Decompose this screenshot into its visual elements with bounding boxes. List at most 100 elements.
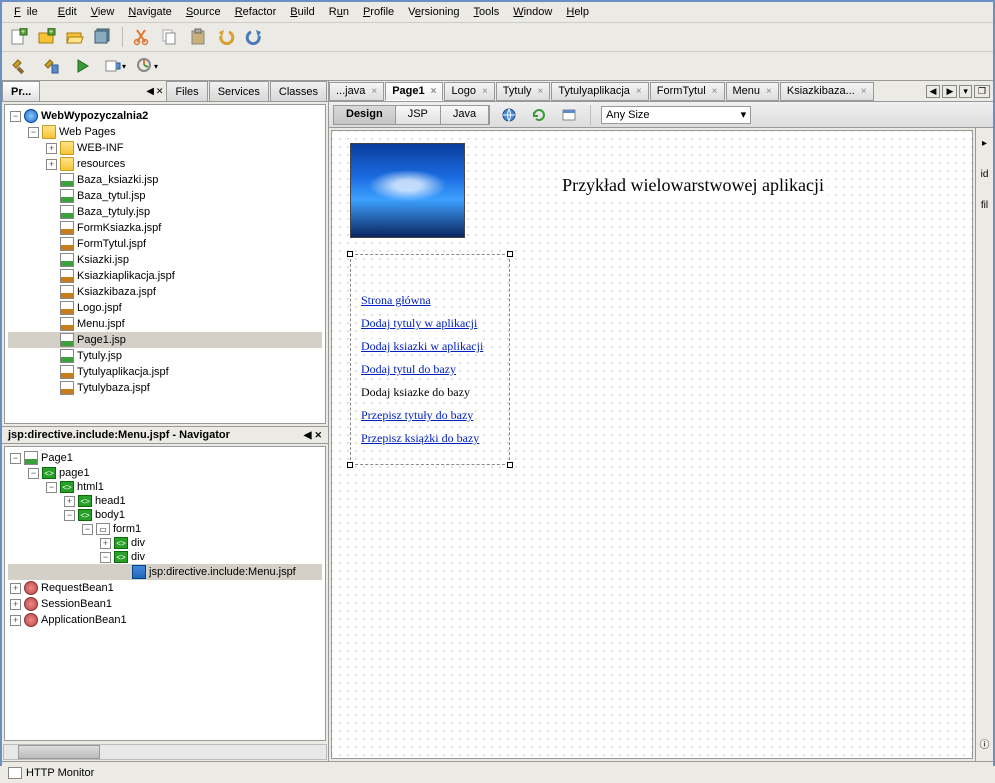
tree-file-selected[interactable]: Page1.jsp [8,332,322,348]
menu-edit[interactable]: Edit [52,4,83,20]
copy-icon[interactable] [159,26,181,48]
menu-navigate[interactable]: Navigate [122,4,177,20]
tab-files[interactable]: Files [166,81,207,101]
undo-icon[interactable] [215,26,237,48]
close-tab-icon[interactable]: × [861,86,867,97]
menu-link[interactable]: Dodaj tytuly w aplikacji [361,316,477,331]
menu-profile[interactable]: Profile [357,4,400,20]
menu-view[interactable]: View [85,4,121,20]
tab-dropdown-icon[interactable]: ▾ [959,85,972,98]
nav-page1[interactable]: −<>page1 [8,466,322,480]
nav-div2[interactable]: −<>div [8,550,322,564]
save-all-icon[interactable] [92,26,114,48]
editor-tab[interactable]: Logo× [444,82,494,101]
sidebar-fil-label[interactable]: fil [981,200,988,211]
minimize-icon[interactable]: ◀ [146,86,154,97]
open-icon[interactable] [64,26,86,48]
maximize-icon[interactable]: ❐ [974,85,990,98]
nav-page[interactable]: −Page1 [8,450,322,466]
tree-file[interactable]: Tytuly.jsp [8,348,322,364]
menu-build[interactable]: Build [284,4,320,20]
new-project-icon[interactable]: + [36,26,58,48]
resize-handle[interactable] [347,462,353,468]
preview-browser-icon[interactable] [498,104,520,126]
menu-run[interactable]: Run [323,4,355,20]
build-icon[interactable] [8,55,30,77]
hero-image[interactable] [350,143,465,238]
expander-icon[interactable]: − [10,111,21,122]
nav-html1[interactable]: −<>html1 [8,480,322,494]
menu-file[interactable]: File [8,4,50,20]
menu-link[interactable]: Przepisz książki do bazy [361,431,479,446]
size-select[interactable]: Any Size▾ [601,106,751,124]
tree-file[interactable]: Menu.jspf [8,316,322,332]
close-tab-icon[interactable]: × [482,86,488,97]
paste-icon[interactable] [187,26,209,48]
tree-webpages[interactable]: −Web Pages [8,124,322,140]
view-tab-design[interactable]: Design [334,106,396,124]
tab-services[interactable]: Services [209,81,269,101]
page-title[interactable]: Przykład wielowarstwowej aplikacji [558,173,828,198]
tree-file[interactable]: Ksiazkiaplikacja.jspf [8,268,322,284]
nav-requestbean[interactable]: +RequestBean1 [8,580,322,596]
menu-link-plain[interactable]: Dodaj ksiazke do bazy [361,385,470,400]
tree-file[interactable]: Baza_tytul.jsp [8,188,322,204]
expander-icon[interactable]: + [46,143,57,154]
editor-tab[interactable]: ...java× [329,82,384,101]
view-tab-java[interactable]: Java [441,106,489,124]
close-pane-icon[interactable]: ✕ [156,86,164,97]
expander-icon[interactable]: + [46,159,57,170]
nav-include[interactable]: jsp:directive.include:Menu.jspf [8,564,322,580]
editor-tab[interactable]: Ksiazkibaza...× [780,82,874,101]
nav-head1[interactable]: +<>head1 [8,494,322,508]
tree-file[interactable]: Tytulybaza.jspf [8,380,322,396]
resize-handle[interactable] [507,462,513,468]
tree-file[interactable]: FormKsiazka.jspf [8,220,322,236]
menu-link[interactable]: Dodaj tytul do bazy [361,362,456,377]
tree-file[interactable]: Baza_ksiazki.jsp [8,172,322,188]
new-file-icon[interactable]: + [8,26,30,48]
tab-classes[interactable]: Classes [270,81,327,101]
nav-div1[interactable]: +<>div [8,536,322,550]
view-tab-jsp[interactable]: JSP [396,106,441,124]
menu-fragment-selected[interactable]: Strona główna Dodaj tytuly w aplikacji D… [350,254,510,465]
menu-link[interactable]: Dodaj ksiazki w aplikacji [361,339,483,354]
close-tab-icon[interactable]: × [636,86,642,97]
tree-file[interactable]: Baza_tytuly.jsp [8,204,322,220]
menu-versioning[interactable]: Versioning [402,4,465,20]
menu-help[interactable]: Help [560,4,595,20]
refresh-icon[interactable] [528,104,550,126]
redo-icon[interactable] [243,26,265,48]
close-tab-icon[interactable]: × [712,86,718,97]
sidebar-id-label[interactable]: id [981,169,989,180]
expander-icon[interactable]: − [28,127,39,138]
editor-tab-active[interactable]: Page1× [385,82,443,101]
resize-handle[interactable] [507,251,513,257]
nav-appbean[interactable]: +ApplicationBean1 [8,612,322,628]
navigator-tree[interactable]: −Page1 −<>page1 −<>html1 +<>head1 −<>bod… [4,446,326,741]
nav-sessionbean[interactable]: +SessionBean1 [8,596,322,612]
tab-projects[interactable]: Pr... [2,81,40,101]
tree-root[interactable]: −WebWypozyczalnia2 [8,108,322,124]
tree-file[interactable]: Logo.jspf [8,300,322,316]
nav-form1[interactable]: −▭form1 [8,522,322,536]
editor-tab[interactable]: Menu× [726,82,779,101]
tree-file[interactable]: Ksiazkibaza.jspf [8,284,322,300]
tree-webinf[interactable]: +WEB-INF [8,140,322,156]
tree-file[interactable]: FormTytul.jspf [8,236,322,252]
nav-body1[interactable]: −<>body1 [8,508,322,522]
sidebar-indicator-2[interactable]: ⓘ [980,736,990,751]
run-icon[interactable] [72,55,94,77]
clean-build-icon[interactable] [40,55,62,77]
scrollbar-horizontal[interactable] [3,744,327,760]
menu-link[interactable]: Przepisz tytuły do bazy [361,408,473,423]
tab-scroll-left-icon[interactable]: ◀ [926,85,941,98]
editor-tab[interactable]: FormTytul× [650,82,725,101]
tree-file[interactable]: Ksiazki.jsp [8,252,322,268]
close-tab-icon[interactable]: × [538,86,544,97]
close-tab-icon[interactable]: × [431,86,437,97]
cut-icon[interactable] [131,26,153,48]
http-monitor-icon[interactable] [8,767,22,779]
tree-file[interactable]: Tytulyaplikacja.jspf [8,364,322,380]
debug-icon[interactable]: ▾ [104,55,126,77]
